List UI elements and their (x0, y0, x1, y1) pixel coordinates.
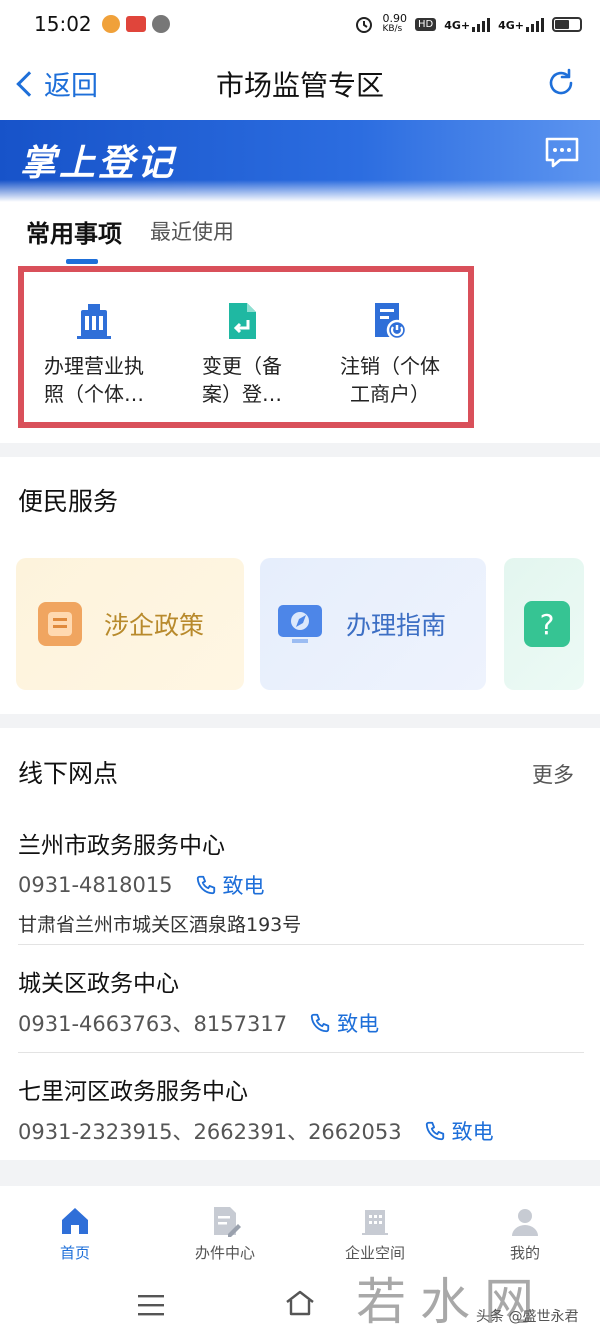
site-item[interactable]: 兰州市政务服务中心 0931-4818015 致电 甘肃省兰州市城关区酒泉路19… (18, 826, 584, 937)
net-speed: 0.90 KB/s (382, 12, 407, 34)
site-phone-line: 0931-2323915、2662391、2662053 致电 (18, 1116, 584, 1146)
site-phone-line: 0931-4818015 致电 (18, 870, 584, 900)
offline-title: 线下网点 (18, 759, 119, 788)
service-label: 办理指南 (346, 611, 447, 640)
service-card-help[interactable]: ? (504, 558, 584, 690)
call-button[interactable]: 致电 (424, 1116, 494, 1146)
refresh-icon[interactable] (544, 66, 578, 100)
common-item-deregistration[interactable]: 注销（个体 工商户） (320, 300, 460, 408)
site-phone: 0931-2323915、2662391、2662053 (18, 1120, 402, 1144)
weibo-icon (101, 15, 120, 33)
site-item[interactable]: 城关区政务中心 0931-4663763、8157317 致电 (18, 964, 584, 1038)
tab-recent[interactable]: 最近使用 (150, 216, 234, 246)
site-item[interactable]: 七里河区政务服务中心 0931-2323915、2662391、2662053 … (18, 1072, 584, 1146)
tab-active-indicator (66, 259, 98, 264)
bottom-nav-label: 首页 (59, 1244, 90, 1262)
guide-compass-icon (278, 605, 322, 643)
site-name: 兰州市政务服务中心 (18, 833, 225, 859)
bottom-nav-task-center[interactable]: 办件中心 (150, 1186, 300, 1268)
bottom-nav-label: 企业空间 (344, 1244, 405, 1262)
tab-bar: 常用事项 最近使用 (0, 202, 600, 260)
tab-common-items[interactable]: 常用事项 (26, 214, 122, 249)
home-nav-icon[interactable] (285, 1290, 315, 1316)
network-2: 4G+ (498, 16, 544, 32)
signal-icon (472, 16, 491, 32)
common-items-panel: 办理营业执 照（个体… 变更（备 案）登… 注销（个体 工商户） (18, 266, 474, 428)
services-title: 便民服务 (18, 487, 119, 516)
site-address: 甘肃省兰州市城关区酒泉路193号 (18, 914, 302, 936)
phone-icon (425, 1121, 444, 1141)
watermark-credit: 头条 @盛世永君 (476, 1309, 579, 1325)
bottom-nav: 首页 办件中心 企业空间 我的 (0, 1186, 600, 1268)
home-icon (62, 1208, 88, 1234)
service-card-guide[interactable]: 办理指南 (260, 558, 486, 690)
notification-icons (101, 15, 170, 33)
site-phone-line: 0931-4663763、8157317 致电 (18, 1008, 584, 1038)
chevron-left-icon (16, 70, 42, 97)
common-item-change-registration[interactable]: 变更（备 案）登… (172, 300, 312, 408)
more-link[interactable]: 更多 (532, 759, 574, 789)
call-button[interactable]: 致电 (309, 1008, 379, 1038)
service-card-policy[interactable]: 涉企政策 (16, 558, 244, 690)
document-return-icon (229, 303, 256, 339)
menu-icon[interactable] (138, 1294, 164, 1316)
site-name: 城关区政务中心 (18, 971, 179, 997)
banner-title: 掌上登记 (20, 143, 177, 184)
nav-bar: 返回 市场监管专区 (0, 48, 600, 120)
section-divider (0, 1160, 600, 1186)
back-label: 返回 (44, 71, 98, 102)
page-title: 市场监管专区 (215, 69, 384, 102)
status-time: 15:02 (34, 12, 92, 36)
banner: 掌上登记 (0, 120, 600, 202)
signal-icon (526, 16, 544, 32)
bottom-nav-enterprise[interactable]: 企业空间 (300, 1186, 450, 1268)
news-app-icon (125, 16, 146, 32)
section-divider (0, 714, 600, 728)
bottom-nav-profile[interactable]: 我的 (450, 1186, 600, 1268)
common-item-business-license[interactable]: 办理营业执 照（个体… (24, 300, 164, 408)
network-1: 4G+ (444, 16, 491, 32)
task-center-icon (214, 1207, 241, 1237)
site-phone: 0931-4818015 (18, 873, 173, 897)
bottom-nav-home[interactable]: 首页 (0, 1186, 150, 1268)
site-name: 七里河区政务服务中心 (18, 1079, 248, 1105)
message-icon[interactable] (544, 136, 580, 170)
status-right: 0.90 KB/s HD 4G+ 4G+ (354, 13, 582, 35)
site-phone: 0931-4663763、8157317 (18, 1012, 288, 1036)
common-item-label: 注销（个体 工商户） (340, 354, 440, 406)
back-button[interactable]: 返回 (14, 64, 98, 103)
help-question-icon: ? (524, 601, 570, 647)
profile-icon (512, 1209, 538, 1236)
common-item-label: 变更（备 案）登… (202, 354, 282, 406)
list-divider (18, 1052, 584, 1053)
enterprise-building-icon (362, 1210, 388, 1235)
common-item-label: 办理营业执 照（个体… (44, 354, 144, 406)
status-bar: 15:02 0.90 KB/s HD 4G+ 4G+ (0, 0, 600, 48)
phone-icon (310, 1013, 330, 1033)
building-icon (77, 304, 111, 339)
call-button[interactable]: 致电 (195, 870, 265, 900)
phone-icon (196, 875, 215, 895)
section-divider (0, 443, 600, 457)
hd-badge: HD (414, 17, 437, 31)
alarm-icon (356, 17, 373, 33)
cancel-document-icon (375, 303, 408, 341)
link-app-icon (151, 15, 170, 33)
bottom-nav-label: 我的 (509, 1244, 540, 1262)
policy-icon (38, 602, 82, 646)
list-divider (18, 944, 584, 945)
battery-icon (552, 16, 582, 32)
service-label: 涉企政策 (104, 611, 205, 640)
bottom-nav-label: 办件中心 (194, 1244, 255, 1262)
